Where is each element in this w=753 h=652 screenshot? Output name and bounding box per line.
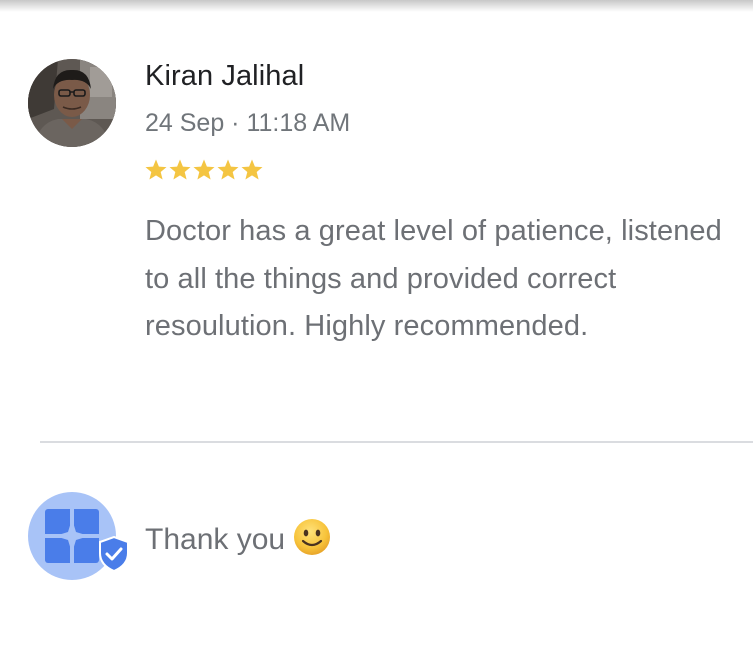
star-icon bbox=[145, 159, 167, 180]
star-icon bbox=[217, 159, 239, 180]
star-icon bbox=[193, 159, 215, 180]
star-icon bbox=[169, 159, 191, 180]
review-card: Kiran Jalihal 24 Sep · 11:18 AM Doctor h… bbox=[0, 0, 753, 440]
reviews-page: Kiran Jalihal 24 Sep · 11:18 AM Doctor h… bbox=[0, 0, 753, 652]
owner-response-text: Thank you bbox=[145, 518, 331, 557]
business-logo-icon bbox=[45, 509, 99, 563]
response-message: Thank you bbox=[145, 523, 286, 556]
review-timestamp: 24 Sep · 11:18 AM bbox=[145, 109, 351, 137]
smiley-icon bbox=[294, 519, 331, 555]
star-rating bbox=[144, 158, 264, 182]
verified-badge-icon bbox=[99, 536, 129, 572]
owner-response: Thank you bbox=[0, 443, 753, 652]
star-icon bbox=[241, 159, 263, 180]
review-text: Doctor has a great level of patience, li… bbox=[145, 215, 722, 342]
user-photo-icon bbox=[28, 59, 116, 147]
reviewer-avatar[interactable] bbox=[28, 59, 116, 147]
reviewer-name[interactable]: Kiran Jalihal bbox=[145, 60, 304, 93]
